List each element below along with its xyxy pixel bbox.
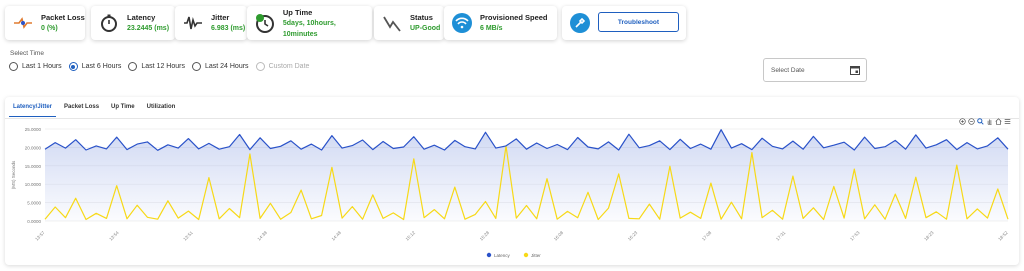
troubleshoot-tools-icon: [568, 11, 592, 35]
chart-panel: Latency/Jitter Packet Loss Up Time Utili…: [5, 97, 1019, 265]
radio-circle[interactable]: [68, 62, 78, 71]
x-tick-label: 13:57: [34, 230, 46, 242]
y-tick-label: 15.0000: [25, 164, 42, 169]
radio-circle[interactable]: [9, 62, 18, 71]
latency-card: Latency 23.2445 (ms): [91, 6, 175, 40]
jitter-label: Jitter: [211, 13, 230, 22]
y-tick-label: 20.0000: [25, 145, 42, 150]
radio-last-6-hours[interactable]: Last 6 Hours: [68, 62, 122, 71]
x-tick-label: 16:23: [627, 230, 639, 242]
y-tick-label: 5.0000: [27, 201, 41, 206]
x-tick-label: 18:23: [923, 230, 935, 242]
troubleshoot-button[interactable]: Troubleshoot: [598, 12, 679, 32]
packet-loss-label: Packet Loss: [41, 13, 85, 22]
waveform-icon: [181, 11, 205, 35]
x-tick-label: 14:38: [256, 230, 268, 242]
stopwatch-icon: [97, 11, 121, 35]
select-date-input[interactable]: Select Date: [763, 58, 867, 82]
uptime-clock-icon: [253, 11, 277, 35]
radio-circle[interactable]: [128, 62, 138, 71]
radio-circle[interactable]: [191, 62, 201, 71]
status-signal-icon: [380, 11, 404, 35]
x-tick-label: 14:48: [331, 230, 343, 242]
latency-legend-label: Latency: [494, 253, 511, 258]
uptime-label: Up Time: [282, 7, 313, 17]
y-tick-label: 10.0000: [25, 182, 42, 187]
provisioned-speed-card: Provisioned Speed 6 MB/s: [444, 6, 557, 40]
radio-last-12-hours[interactable]: Last 12 Hours: [128, 62, 185, 71]
radio-last-24-hours[interactable]: Last 24 Hours: [191, 62, 249, 71]
x-tick-label: 13:54: [108, 230, 120, 242]
select-time-title: Select Time: [10, 50, 44, 57]
troubleshoot-card: Troubleshoot: [562, 6, 686, 40]
radio-label: Custom Date: [268, 63, 310, 70]
x-tick-label: 15:28: [479, 230, 491, 242]
jitter-legend-label: Jitter: [531, 253, 541, 258]
y-axis-label: (MS) Seconds: [11, 160, 16, 189]
radio-label: Last 12 Hours: [141, 63, 185, 70]
uptime-card: Up Time 5days, 10hours, 10minutes: [247, 6, 372, 40]
latency-label: Latency: [127, 13, 156, 22]
status-value: UP-Good: [410, 25, 441, 32]
status-label: Status: [410, 13, 433, 22]
x-tick-label: 17:08: [701, 230, 713, 242]
y-tick-label: 0.0000: [27, 219, 41, 224]
x-tick-label: 17:31: [775, 230, 787, 242]
radio-custom-date[interactable]: Custom Date: [255, 62, 310, 71]
packet-loss-value: 0 (%): [41, 25, 58, 32]
provisioned-speed-value: 6 MB/s: [480, 25, 503, 32]
x-tick-label: 13:51: [182, 230, 194, 242]
x-tick-label: 16:08: [553, 230, 565, 242]
packet-loss-card: Packet Loss 0 (%): [5, 6, 85, 40]
provisioned-speed-label: Provisioned Speed: [480, 13, 548, 22]
x-tick-label: 15:12: [405, 230, 417, 242]
packet-loss-icon: [11, 11, 35, 35]
wifi-icon: [450, 11, 474, 35]
time-range-radio-group: Last 1 Hours Last 6 Hours Last 12 Hours …: [9, 62, 316, 71]
latency-value: 23.2445 (ms): [127, 25, 170, 32]
radio-label: Last 1 Hours: [22, 63, 62, 70]
jitter-legend-marker: [523, 252, 529, 258]
radio-label: Last 24 Hours: [204, 63, 249, 70]
latency-area: [45, 129, 1008, 221]
jitter-card: Jitter 6.983 (ms): [175, 6, 247, 40]
uptime-value: 5days, 10hours, 10minutes: [282, 19, 336, 38]
radio-circle[interactable]: [255, 62, 265, 71]
latency-jitter-chart: 0.0000 5.0000 10.0000 15.0000 20.0000 25.0000…: [11, 127, 1009, 258]
latency-legend-marker: [486, 252, 492, 258]
radio-label: Last 6 Hours: [81, 63, 122, 70]
x-tick-label: 17:53: [849, 230, 861, 242]
jitter-value: 6.983 (ms): [211, 25, 246, 32]
y-tick-label: 25.0000: [25, 127, 42, 132]
select-date-placeholder: Select Date: [771, 66, 805, 74]
x-tick-label: 18:52: [997, 230, 1009, 242]
radio-last-1-hours[interactable]: Last 1 Hours: [9, 62, 62, 71]
calendar-icon[interactable]: [850, 65, 860, 75]
status-card: Status UP-Good: [374, 6, 444, 40]
